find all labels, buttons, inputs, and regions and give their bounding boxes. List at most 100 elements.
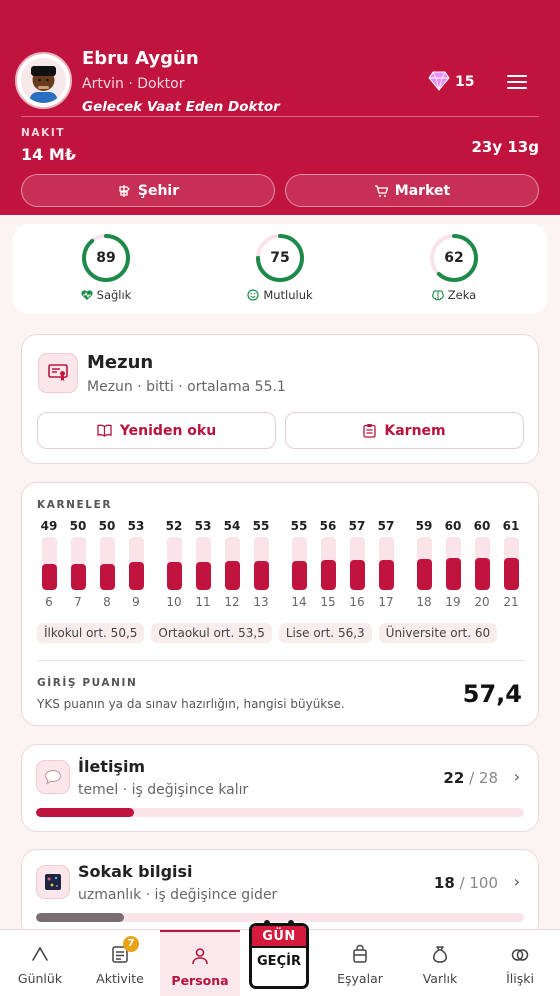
signpost-icon bbox=[119, 184, 130, 197]
skill-level: 22 / 28 bbox=[443, 769, 498, 787]
advance-day-top: GÜN bbox=[252, 926, 306, 948]
bar-column: 52 10 bbox=[162, 519, 186, 609]
bar-value-label: 59 bbox=[415, 519, 433, 533]
bar-category-label: 11 bbox=[195, 595, 211, 609]
health-value: 89 bbox=[96, 250, 116, 266]
city-button[interactable]: Şehir bbox=[21, 174, 275, 207]
street-map-icon bbox=[36, 865, 70, 899]
activity-badge: 7 bbox=[123, 936, 139, 952]
stat-intelligence[interactable]: 62 Zeka bbox=[394, 233, 514, 302]
skill-progress-fill bbox=[36, 808, 134, 817]
stats-panel: 89 Sağlık 75 Mutluluk 62 Zeka bbox=[13, 224, 547, 314]
bar-column: 60 20 bbox=[470, 519, 494, 609]
smile-icon bbox=[247, 289, 259, 301]
bar bbox=[41, 564, 57, 590]
report-button[interactable]: Karnem bbox=[285, 412, 524, 449]
happiness-ring: 75 bbox=[255, 233, 305, 283]
skill-max: / 100 bbox=[459, 874, 498, 892]
nav-assets-label: Varlık bbox=[422, 971, 458, 986]
reread-button-label: Yeniden oku bbox=[119, 422, 217, 439]
bar-column: 57 16 bbox=[345, 519, 369, 609]
menu-icon[interactable] bbox=[507, 72, 527, 90]
cash-value: 14 M₺ bbox=[21, 145, 76, 164]
education-title: Mezun bbox=[87, 352, 154, 373]
nav-relations[interactable]: İlişki bbox=[480, 930, 560, 996]
skill-progress-track bbox=[36, 913, 524, 922]
bar-track bbox=[41, 537, 57, 590]
bar bbox=[99, 563, 115, 590]
skill-progress-fill bbox=[36, 913, 124, 922]
bar bbox=[474, 558, 490, 590]
chip-high: Lise ort. 56,3 bbox=[278, 623, 372, 643]
bar-track bbox=[320, 537, 336, 590]
bar-category-label: 9 bbox=[132, 595, 140, 609]
arch-icon bbox=[32, 946, 48, 961]
gem-count: 15 bbox=[455, 74, 475, 90]
nav-relations-label: İlişki bbox=[506, 971, 534, 986]
bar-category-label: 15 bbox=[320, 595, 336, 609]
advance-day-button[interactable]: GÜN GEÇİR bbox=[249, 920, 309, 989]
nav-activity-label: Aktivite bbox=[96, 971, 144, 986]
bar-track bbox=[349, 537, 365, 590]
bar-category-label: 16 bbox=[349, 595, 365, 609]
intelligence-ring: 62 bbox=[429, 233, 479, 283]
bar-column: 50 8 bbox=[95, 519, 119, 609]
avatar[interactable] bbox=[15, 52, 72, 109]
bag-icon bbox=[353, 944, 367, 963]
chevron-right-icon: › bbox=[513, 767, 520, 786]
nav-persona-label: Persona bbox=[171, 973, 229, 988]
bar-column: 57 17 bbox=[374, 519, 398, 609]
nav-activity[interactable]: 7 Aktivite bbox=[80, 930, 160, 996]
market-button[interactable]: Market bbox=[285, 174, 539, 207]
nav-daily[interactable]: Günlük bbox=[0, 930, 80, 996]
brain-icon bbox=[431, 289, 444, 300]
bar-value-label: 53 bbox=[194, 519, 212, 533]
bar bbox=[253, 560, 269, 590]
bar-track bbox=[224, 537, 240, 590]
chevron-right-icon: › bbox=[513, 872, 520, 891]
bar-value-label: 50 bbox=[98, 519, 116, 533]
speech-bubble-icon bbox=[36, 760, 70, 794]
bar-column: 60 19 bbox=[441, 519, 465, 609]
bar-track bbox=[99, 537, 115, 590]
bar bbox=[503, 557, 519, 590]
stat-health[interactable]: 89 Sağlık bbox=[46, 233, 166, 302]
nav-assets[interactable]: Varlık bbox=[400, 930, 480, 996]
report-bars-chart: 49 6 50 7 50 8 53 9 52 10 53 11 54 12 55 13 55 14 56 15 57 16… bbox=[37, 519, 527, 614]
profile-location: Artvin · Doktor bbox=[82, 76, 185, 92]
average-chips: İlkokul ort. 50,5 Ortaokul ort. 53,5 Lis… bbox=[37, 623, 498, 643]
nav-persona[interactable]: Persona bbox=[160, 930, 240, 996]
gem-icon[interactable] bbox=[428, 71, 450, 91]
bar-track bbox=[70, 537, 86, 590]
money-bag-icon bbox=[433, 946, 447, 963]
bar-value-label: 57 bbox=[348, 519, 366, 533]
nav-items[interactable]: Eşyalar bbox=[320, 930, 400, 996]
city-button-label: Şehir bbox=[137, 182, 180, 199]
bar-category-label: 20 bbox=[474, 595, 490, 609]
skill-level: 18 / 100 bbox=[434, 874, 498, 892]
skill-card-communication[interactable]: İletişim temel · iş değişince kalır 22 /… bbox=[21, 744, 539, 832]
profile-name: Ebru Aygün bbox=[82, 48, 199, 69]
bar-track bbox=[253, 537, 269, 590]
bar-value-label: 54 bbox=[223, 519, 241, 533]
score-note: YKS puanın ya da sınav hazırlığın, hangi… bbox=[37, 697, 345, 711]
bar bbox=[224, 561, 240, 590]
bar-value-label: 57 bbox=[377, 519, 395, 533]
bar-value-label: 56 bbox=[319, 519, 337, 533]
clipboard-icon bbox=[363, 424, 377, 438]
bar bbox=[320, 560, 336, 590]
bar-value-label: 60 bbox=[444, 519, 462, 533]
bar-track bbox=[474, 537, 490, 590]
health-ring: 89 bbox=[81, 233, 131, 283]
stat-happiness[interactable]: 75 Mutluluk bbox=[220, 233, 340, 302]
bar-track bbox=[378, 537, 394, 590]
intelligence-value: 62 bbox=[444, 250, 464, 266]
person-icon bbox=[192, 948, 208, 965]
reread-button[interactable]: Yeniden oku bbox=[37, 412, 276, 449]
skill-subtitle: uzmanlık · iş değişince gider bbox=[78, 887, 278, 903]
bar-column: 55 13 bbox=[249, 519, 273, 609]
bar-track bbox=[195, 537, 211, 590]
chip-primary: İlkokul ort. 50,5 bbox=[37, 623, 145, 643]
skill-value: 22 bbox=[443, 769, 465, 787]
bar-track bbox=[128, 537, 144, 590]
